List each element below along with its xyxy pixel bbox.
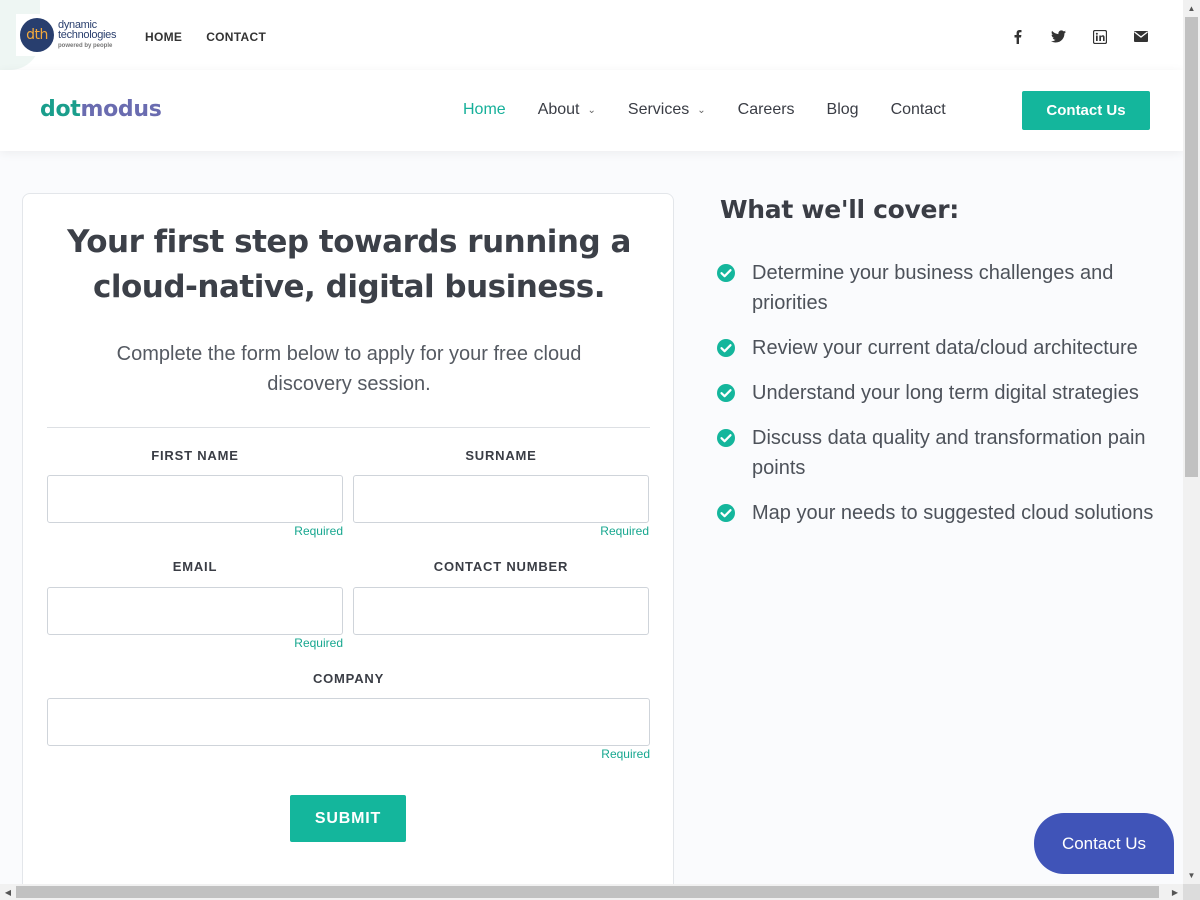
form-heading: Your first step towards running a cloud-… [67, 224, 631, 305]
brand-part-dot: dot [40, 97, 81, 122]
first-name-required-hint: Required [294, 524, 343, 538]
check-circle-icon [717, 429, 735, 447]
dynamic-technologies-logo[interactable]: dth dynamic technologies powered by peop… [16, 14, 128, 56]
facebook-icon[interactable] [1009, 28, 1026, 45]
cover-item-text: Determine your business challenges and p… [752, 262, 1114, 314]
top-links: HOME CONTACT [145, 30, 266, 44]
surname-label: SURNAME [465, 448, 537, 463]
nav-item-label: Services [627, 101, 690, 118]
list-item: Discuss data quality and transformation … [716, 423, 1166, 483]
list-item: Understand your long term digital strate… [716, 378, 1166, 408]
signup-form-card: Your first step towards running a cloud-… [22, 193, 674, 900]
nav-item-label: About [537, 101, 580, 118]
logo-tagline: powered by people [58, 42, 113, 49]
nav-item-about[interactable]: About ⌄ [538, 101, 596, 119]
check-circle-icon [717, 504, 735, 522]
top-link-home[interactable]: HOME [145, 30, 182, 44]
nav-item-label: Contact [890, 101, 946, 118]
brand-part-modus: modus [80, 97, 162, 122]
first-name-input[interactable] [47, 475, 343, 523]
dotmodus-logo[interactable]: dotmodus [40, 97, 162, 122]
scroll-up-arrow-icon[interactable]: ▲ [1183, 0, 1200, 17]
check-circle-icon [717, 384, 735, 402]
email-field[interactable] [47, 587, 343, 635]
nav-item-services[interactable]: Services ⌄ [628, 101, 706, 119]
scrollbar-corner [1183, 884, 1200, 900]
contact-number-input[interactable] [353, 587, 649, 635]
logo-line-1: dynamic [58, 18, 97, 31]
contact-number-label: CONTACT NUMBER [433, 559, 569, 574]
divider [47, 427, 650, 428]
cover-item-text: Understand your long term digital strate… [752, 382, 1139, 404]
horizontal-scrollbar[interactable]: ◀ ▶ [0, 884, 1183, 900]
vertical-scrollbar-thumb[interactable] [1185, 17, 1198, 477]
first-name-label: FIRST NAME [151, 448, 239, 463]
cover-item-text: Review your current data/cloud architect… [752, 337, 1138, 359]
submit-button[interactable]: SUBMIT [290, 795, 406, 842]
nav-links: Home About ⌄ Services ⌄ Careers Blog Conta… [463, 101, 978, 119]
vertical-scrollbar[interactable]: ▲ ▼ [1183, 0, 1200, 884]
logo-line-2: technologies [58, 28, 117, 41]
scroll-left-arrow-icon[interactable]: ◀ [0, 884, 16, 900]
top-bar: dth dynamic technologies powered by peop… [0, 0, 1183, 70]
scroll-right-arrow-icon[interactable]: ▶ [1167, 884, 1183, 900]
surname-input[interactable] [353, 475, 649, 523]
surname-required-hint: Required [600, 524, 649, 538]
nav-item-contact[interactable]: Contact [891, 101, 946, 119]
twitter-icon[interactable] [1050, 28, 1067, 45]
nav-item-label: Blog [826, 101, 859, 118]
company-label: COMPANY [312, 671, 385, 686]
dth-logo-mark: dth [20, 18, 54, 52]
floating-contact-us-button[interactable]: Contact Us [1034, 813, 1174, 874]
main-navbar: dotmodus Home About ⌄ Services ⌄ Careers B… [0, 70, 1183, 151]
logo-text: dynamic technologies powered by people [58, 18, 117, 51]
check-circle-icon [717, 339, 735, 357]
chevron-down-icon: ⌄ [587, 104, 596, 116]
chevron-down-icon: ⌄ [697, 104, 706, 116]
nav-item-label: Home [463, 101, 506, 118]
social-links [1009, 28, 1149, 45]
list-item: Map your needs to suggested cloud soluti… [716, 498, 1166, 528]
list-item: Determine your business challenges and p… [716, 258, 1166, 318]
cover-title: What we'll cover: [720, 195, 959, 224]
company-required-hint: Required [601, 747, 650, 761]
mail-icon[interactable] [1132, 28, 1149, 45]
nav-item-careers[interactable]: Careers [738, 101, 795, 119]
form-subtitle: Complete the form below to apply for you… [116, 343, 582, 395]
nav-item-home[interactable]: Home [463, 101, 506, 119]
cover-item-text: Discuss data quality and transformation … [752, 427, 1146, 479]
email-required-hint: Required [294, 636, 343, 650]
horizontal-scrollbar-thumb[interactable] [16, 886, 1159, 898]
scroll-down-arrow-icon[interactable]: ▼ [1183, 867, 1200, 884]
cover-list: Determine your business challenges and p… [716, 258, 1166, 543]
list-item: Review your current data/cloud architect… [716, 333, 1166, 363]
check-circle-icon [717, 264, 735, 282]
nav-item-label: Careers [737, 101, 795, 118]
top-link-contact[interactable]: CONTACT [206, 30, 266, 44]
linkedin-icon[interactable] [1091, 28, 1108, 45]
cover-item-text: Map your needs to suggested cloud soluti… [752, 502, 1154, 524]
company-input[interactable] [47, 698, 650, 746]
email-label: EMAIL [172, 559, 218, 574]
contact-us-button[interactable]: Contact Us [1022, 91, 1150, 130]
nav-item-blog[interactable]: Blog [827, 101, 859, 119]
